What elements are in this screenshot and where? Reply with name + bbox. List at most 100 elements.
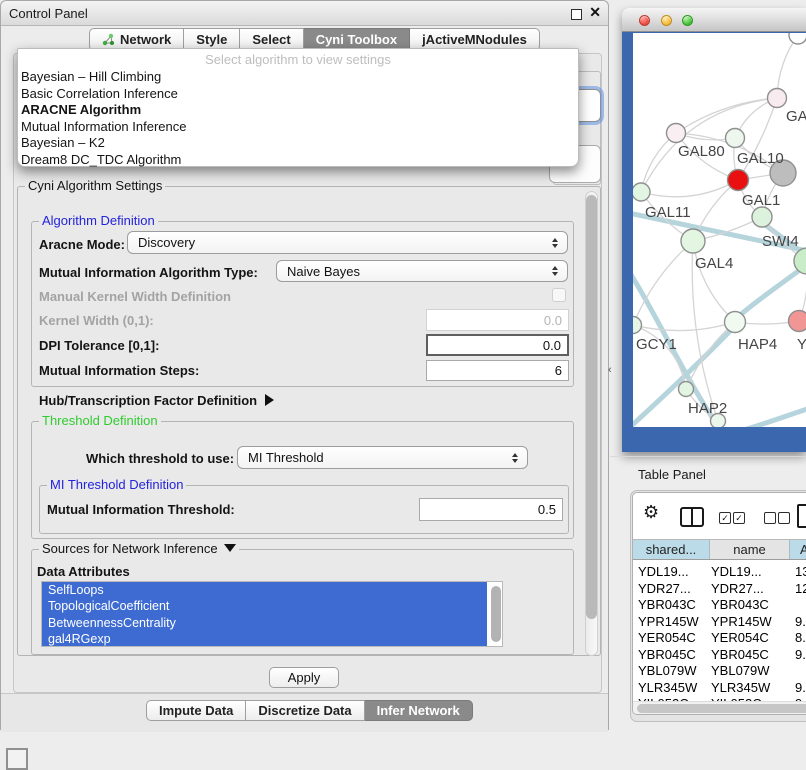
cyni-settings-title: Cyni Algorithm Settings xyxy=(25,179,165,193)
network-node[interactable] xyxy=(728,170,749,191)
which-threshold-combobox[interactable]: MI Threshold xyxy=(237,446,528,469)
minimized-panel-icon[interactable] xyxy=(6,748,28,770)
network-node[interactable] xyxy=(752,207,772,227)
tab-discretize-data[interactable]: Discretize Data xyxy=(246,700,364,721)
attribute-item-gal4rgexp[interactable]: gal4RGexp xyxy=(42,631,487,647)
aracne-mode-value: Discovery xyxy=(138,235,195,250)
data-attributes-list: SelfLoopsTopologicalCoefficientBetweenne… xyxy=(41,581,503,647)
network-node[interactable] xyxy=(726,129,745,148)
table-row[interactable]: YLR345WYLR345W9. xyxy=(633,680,806,697)
document-icon[interactable] xyxy=(797,504,806,528)
network-edge xyxy=(633,241,693,325)
mi-steps-label: Mutual Information Steps: xyxy=(39,363,199,378)
close-traffic-light[interactable] xyxy=(639,15,650,26)
table-cell: YBL079W xyxy=(706,663,791,680)
table-cell: YDL19... xyxy=(706,564,791,581)
network-node[interactable] xyxy=(789,311,806,332)
columns-icon[interactable] xyxy=(680,507,704,527)
checked-box-icon[interactable]: ✓ xyxy=(733,512,745,524)
algorithm-option-mutual-information-inference[interactable]: Mutual Information Inference xyxy=(21,119,575,136)
table-cell: 9. xyxy=(791,647,806,664)
network-edge xyxy=(693,241,735,322)
dpi-tolerance-field[interactable]: 0.0 xyxy=(426,334,569,356)
manual-kernel-checkbox[interactable] xyxy=(552,288,566,302)
checked-box-icon[interactable]: ✓ xyxy=(719,512,731,524)
node-table-window: ⚙ ✓ ✓ shared...nameA YDL19...YDL19...13Y… xyxy=(632,492,806,715)
network-node[interactable] xyxy=(679,382,694,397)
algorithm-option-aracne-algorithm[interactable]: ARACNE Algorithm xyxy=(21,102,575,119)
zoom-traffic-light[interactable] xyxy=(682,15,693,26)
algorithm-option-dream8-dc-tdc-algorithm[interactable]: Dream8 DC_TDC Algorithm xyxy=(21,152,575,169)
thick-edge xyxy=(744,408,806,427)
column-header-a[interactable]: A xyxy=(790,540,806,559)
splitpane-collapse-icon[interactable]: ‹ xyxy=(608,364,612,376)
hub-definition-label: Hub/Transcription Factor Definition xyxy=(39,393,257,408)
algorithm-option-bayesian-k2[interactable]: Bayesian – K2 xyxy=(21,135,575,152)
column-header-name[interactable]: name xyxy=(710,540,790,559)
threshold-definition-title: Threshold Definition xyxy=(39,414,161,428)
tab-impute-data[interactable]: Impute Data xyxy=(146,700,246,721)
kernel-width-field[interactable]: 0.0 xyxy=(426,309,569,331)
table-cell: YER054C xyxy=(706,630,791,647)
table-cell: YBL079W xyxy=(633,663,706,680)
table-cell: YER054C xyxy=(633,630,706,647)
apply-button[interactable]: Apply xyxy=(269,667,339,688)
network-node[interactable] xyxy=(768,89,787,108)
algorithm-option-bayesian-hill-climbing[interactable]: Bayesian – Hill Climbing xyxy=(21,69,575,86)
expanded-arrow-icon xyxy=(224,544,236,552)
table-row[interactable]: YBR045CYBR045C9. xyxy=(633,647,806,664)
desktop: { "colors": { "selection_blue": "#3d6bd2… xyxy=(0,0,806,762)
network-node[interactable] xyxy=(789,33,806,44)
network-node[interactable] xyxy=(725,312,746,333)
mi-type-combobox[interactable]: Naive Bayes xyxy=(276,260,568,282)
close-icon[interactable]: ✕ xyxy=(589,4,601,21)
node-label: Y xyxy=(797,336,806,353)
table-cell xyxy=(791,663,806,680)
table-body: YDL19...YDL19...13YDR27...YDR27...12YBR0… xyxy=(633,564,806,701)
network-window-titlebar xyxy=(622,8,806,32)
cyni-bottom-tabs: Impute DataDiscretize DataInfer Network xyxy=(146,700,473,721)
column-header-shared[interactable]: shared... xyxy=(633,540,710,559)
network-node[interactable] xyxy=(633,317,642,334)
collapsed-arrow-icon xyxy=(265,394,274,406)
table-panel-title: Table Panel xyxy=(638,467,706,482)
algorithm-option-basic-correlation-inference[interactable]: Basic Correlation Inference xyxy=(21,86,575,103)
which-threshold-label: Which threshold to use: xyxy=(86,451,234,466)
attributes-scrollbar[interactable] xyxy=(491,586,501,642)
attribute-item-betweennesscentrality[interactable]: BetweennessCentrality xyxy=(42,615,487,631)
table-horizontal-scrollbar[interactable] xyxy=(633,701,806,715)
settings-scrollbar-thumb[interactable] xyxy=(586,195,597,619)
which-threshold-value: MI Threshold xyxy=(248,450,324,465)
float-window-icon[interactable] xyxy=(571,9,582,20)
gear-icon[interactable]: ⚙ xyxy=(643,502,659,523)
sources-title[interactable]: Sources for Network Inference xyxy=(39,542,239,556)
table-row[interactable]: YBR043CYBR043C xyxy=(633,597,806,614)
network-node[interactable] xyxy=(667,124,686,143)
network-node[interactable] xyxy=(633,183,650,201)
mi-type-value: Naive Bayes xyxy=(287,264,360,279)
table-cell: YPR145W xyxy=(706,614,791,631)
table-cell: YDL19... xyxy=(633,564,706,581)
minimize-traffic-light[interactable] xyxy=(661,15,672,26)
tab-label: Network xyxy=(120,32,171,47)
aracne-mode-combobox[interactable]: Discovery xyxy=(127,231,568,254)
mi-steps-field[interactable]: 6 xyxy=(426,360,569,381)
network-edge xyxy=(633,322,735,331)
unchecked-box-icon[interactable] xyxy=(778,512,790,524)
network-edge xyxy=(676,98,777,133)
table-row[interactable]: YBL079WYBL079W xyxy=(633,663,806,680)
tab-infer-network[interactable]: Infer Network xyxy=(365,700,473,721)
table-row[interactable]: YER054CYER054C8. xyxy=(633,630,806,647)
hub-definition-expander[interactable]: Hub/Transcription Factor Definition xyxy=(39,393,274,408)
attribute-item-selfloops[interactable]: SelfLoops xyxy=(42,582,487,598)
table-row[interactable]: YDR27...YDR27...12 xyxy=(633,581,806,598)
unchecked-box-icon[interactable] xyxy=(764,512,776,524)
mi-threshold-field[interactable]: 0.5 xyxy=(419,498,563,521)
dpi-tolerance-value: 0.0 xyxy=(543,338,561,353)
attribute-item-topologicalcoefficient[interactable]: TopologicalCoefficient xyxy=(42,598,487,614)
table-row[interactable]: YPR145WYPR145W9. xyxy=(633,614,806,631)
node-label: GAL xyxy=(786,108,806,125)
network-canvas[interactable]: GALGAL80GAL10GAL1GAL11SWI4GAL4HAP4YGCY1H… xyxy=(633,33,806,427)
table-row[interactable]: YDL19...YDL19...13 xyxy=(633,564,806,581)
network-node[interactable] xyxy=(681,229,705,253)
